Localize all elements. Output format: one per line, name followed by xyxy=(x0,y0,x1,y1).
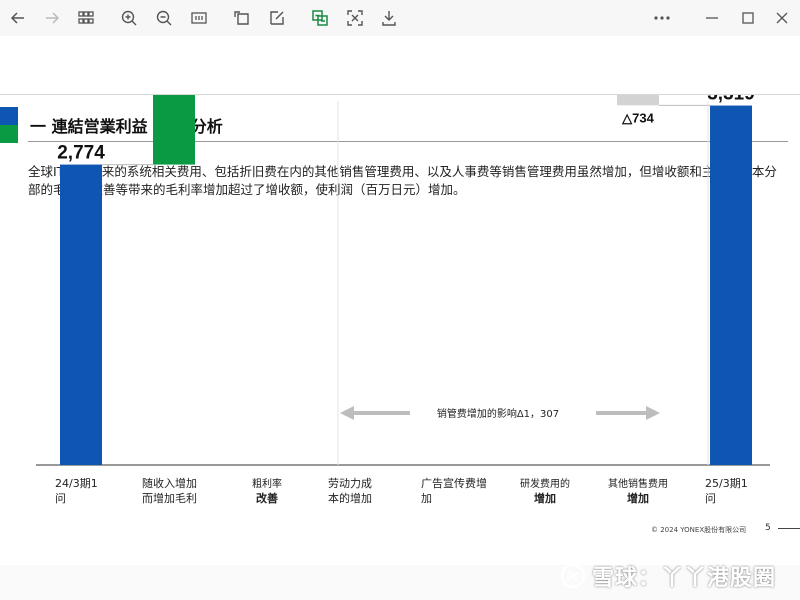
category-label: 问 xyxy=(705,492,716,505)
rotate-button[interactable] xyxy=(230,6,254,30)
category-label: 增加 xyxy=(534,491,556,505)
fit-page-icon xyxy=(191,12,207,24)
viewer-toolbar xyxy=(0,0,800,36)
page-number-rule xyxy=(778,528,800,529)
close-button[interactable] xyxy=(770,6,794,30)
category-label: 加 xyxy=(421,492,432,505)
category-label: 本的增加 xyxy=(328,491,372,505)
category-label: 25/3期1 xyxy=(705,477,748,490)
category-label: 增加 xyxy=(627,491,649,505)
data-label: 2,774 xyxy=(57,143,105,164)
category-label: 而增加毛利 xyxy=(142,491,197,505)
zoom-out-button[interactable] xyxy=(152,6,176,30)
annotate-icon xyxy=(270,11,284,25)
grid-view-button[interactable] xyxy=(74,6,98,30)
category-label: 改善 xyxy=(256,491,278,505)
screenshot-icon xyxy=(347,10,363,26)
fit-page-button[interactable] xyxy=(187,6,211,30)
zoom-in-icon xyxy=(121,10,137,26)
annotation-text: 销管费增加的影响Δ1，307 xyxy=(437,407,559,420)
more-icon xyxy=(654,16,670,20)
screenshot-button[interactable] xyxy=(343,6,367,30)
zoom-in-button[interactable] xyxy=(117,6,141,30)
viewer-blank-area xyxy=(0,36,800,94)
back-arrow-icon xyxy=(10,12,24,24)
zoom-out-icon xyxy=(156,10,172,26)
annotation-arrowhead-left xyxy=(340,406,354,420)
rotate-icon xyxy=(234,11,249,25)
back-arrow-button[interactable] xyxy=(6,6,30,30)
forward-arrow-button[interactable] xyxy=(40,6,64,30)
category-label: 其他销售费用 xyxy=(608,477,668,490)
grid-view-icon xyxy=(78,11,94,24)
watermark-text: 雪球：丫丫港股圈 xyxy=(592,566,777,591)
waterfall-bar xyxy=(153,95,195,165)
category-label: 劳动力成 xyxy=(328,477,372,490)
annotate-button[interactable] xyxy=(265,6,289,30)
data-label: 3,319 xyxy=(707,95,755,105)
category-label: 研发费用的 xyxy=(520,477,570,490)
watermark: 雪球：丫丫港股圈 xyxy=(560,558,776,594)
maximize-icon xyxy=(742,12,754,24)
category-label: 24/3期1 xyxy=(55,477,98,490)
maximize-button[interactable] xyxy=(736,6,760,30)
minimize-button[interactable] xyxy=(700,6,724,30)
more-button[interactable] xyxy=(650,6,674,30)
snowball-logo-icon xyxy=(560,563,586,589)
translate-icon xyxy=(312,10,328,26)
waterfall-chart: 2,77424/3期1问+1,346随收入增加而增加毛利+506粗利率改善△35… xyxy=(36,95,770,505)
translate-button[interactable] xyxy=(308,6,332,30)
forward-arrow-icon xyxy=(46,12,60,24)
copyright-text: © 2024 YONEX股份有限公司 xyxy=(651,526,747,534)
close-icon xyxy=(776,12,788,24)
slide-page: 一 連結営業利益 増減分析 全球IT强化带来的系统相关费用、包括折旧费在内的其他… xyxy=(0,95,800,565)
waterfall-bar xyxy=(60,164,102,465)
category-label: 粗利率 xyxy=(252,477,282,490)
download-icon xyxy=(382,11,396,26)
waterfall-bar xyxy=(710,105,752,465)
page-number: 5 xyxy=(765,523,771,533)
data-label: △734 xyxy=(621,110,654,125)
download-button[interactable] xyxy=(377,6,401,30)
category-label: 问 xyxy=(55,492,66,505)
category-label: 广告宣传费增 xyxy=(421,476,487,490)
minimize-icon xyxy=(706,17,718,19)
waterfall-bar xyxy=(617,95,659,106)
category-label: 随收入增加 xyxy=(142,476,197,490)
annotation-arrowhead-right xyxy=(646,406,660,420)
